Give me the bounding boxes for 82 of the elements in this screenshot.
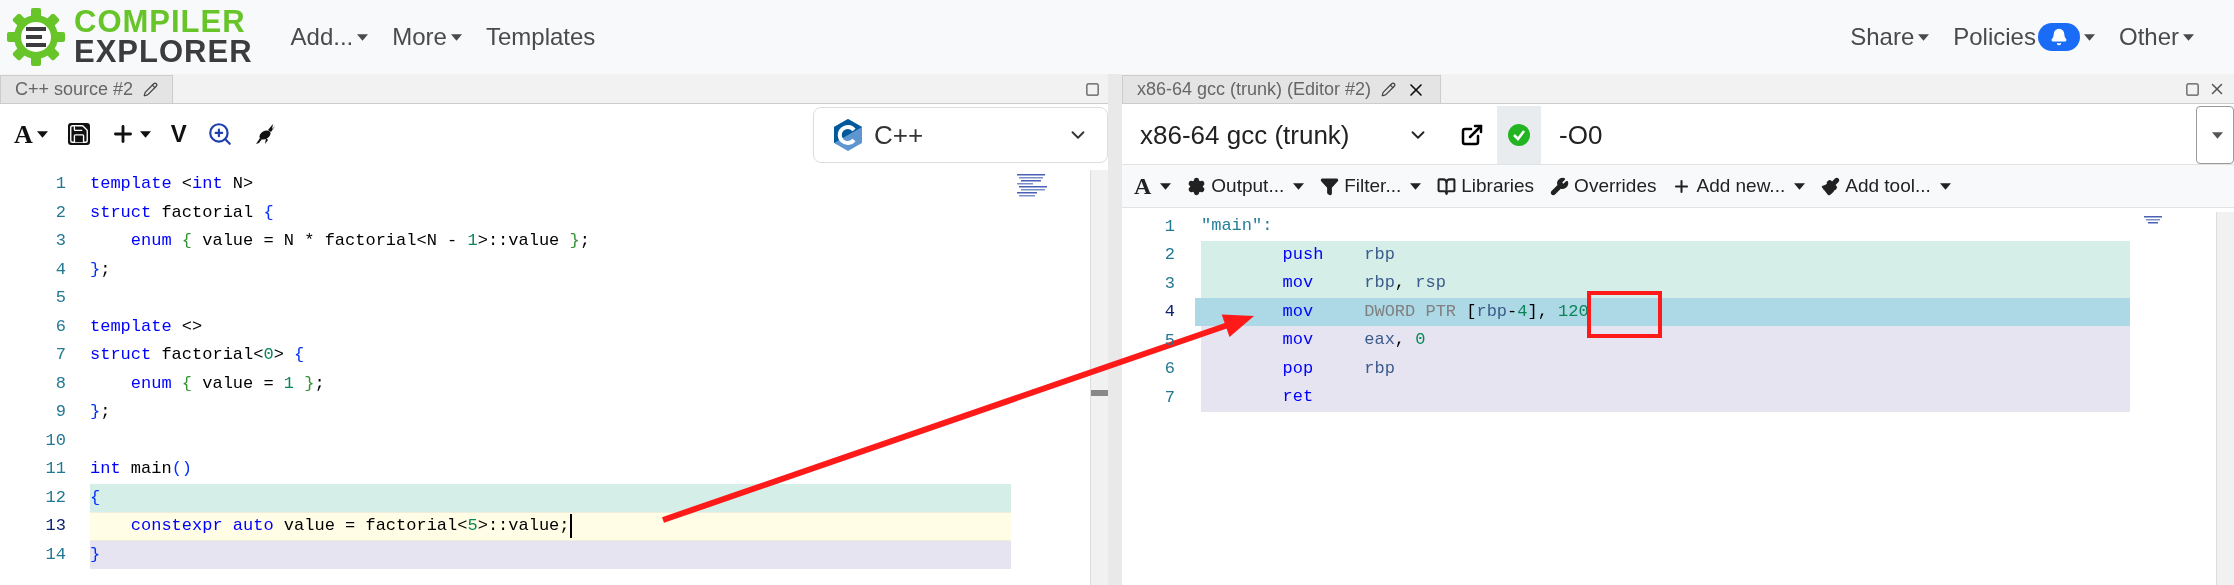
pencil-icon (143, 82, 159, 97)
code-line: struct factorial { (90, 201, 274, 224)
code-line: } (90, 543, 101, 566)
line-number: 14 (44, 543, 67, 566)
check-icon (1508, 124, 1530, 146)
font-button[interactable]: A (1126, 166, 1180, 206)
nav-menu[interactable]: Other (2118, 19, 2194, 55)
line-number: 12 (44, 486, 67, 509)
nav-menu[interactable]: Policies (1953, 19, 2095, 55)
line-number: 9 (54, 401, 67, 423)
line-number: 4 (1164, 301, 1175, 323)
code-line: { (90, 486, 101, 509)
overrides-button[interactable]: Overrides (1542, 166, 1665, 206)
logo-text: EXPLORER (74, 37, 253, 67)
line-number: 2 (1164, 244, 1175, 266)
assembly-line: "main": (1201, 215, 1273, 237)
line-number: 1 (1164, 215, 1175, 238)
save-icon (67, 123, 90, 145)
language-logo-icon (832, 118, 864, 152)
line-number: 7 (54, 344, 67, 366)
wrench-icon (1550, 176, 1570, 196)
add-button[interactable]: Add new... (1664, 166, 1814, 206)
line-number: 5 (54, 287, 67, 309)
font-tool-button[interactable]: A (4, 112, 58, 156)
pencil-icon (1381, 82, 1397, 97)
code-line: enum { value = 1 }; (129, 372, 325, 395)
assembly-line: ret (1281, 386, 1314, 408)
code-line: }; (90, 401, 111, 423)
code-line: struct factorial<0> { (90, 344, 305, 366)
scrollbar[interactable] (2216, 212, 2234, 585)
line-number: 3 (1164, 272, 1175, 295)
assembly-line: mov rbp, rsp (1281, 272, 1446, 294)
line-number: 11 (44, 458, 67, 480)
line-number: 7 (1164, 386, 1175, 409)
external-link-icon (1460, 123, 1484, 147)
filter-button[interactable]: Filter... (1312, 166, 1430, 206)
nav-menu[interactable]: Templates (485, 19, 596, 55)
language-select[interactable]: C++ (813, 107, 1108, 163)
code-line: int main() (90, 458, 193, 480)
bell-icon (2049, 28, 2068, 46)
nav-menu[interactable]: Add... (290, 19, 369, 55)
code-line: template <> (90, 315, 203, 338)
code-line: template <int N> (90, 173, 254, 195)
libraries-button[interactable]: Libraries (1429, 166, 1543, 206)
maximize-icon[interactable] (1085, 82, 1100, 97)
code-line: enum { value = N * factorial<N - 1>::value }; (129, 230, 590, 252)
line-number: 4 (54, 258, 67, 281)
brush-icon (1821, 176, 1841, 196)
code-line: constexpr auto value = factorial<5>::value; (129, 515, 570, 537)
filter-icon (1320, 176, 1340, 196)
gear-icon (1187, 176, 1207, 196)
line-number: 6 (1164, 358, 1175, 380)
logo-icon (6, 7, 66, 67)
line-number: 6 (54, 315, 67, 338)
minimap-drawing (1017, 174, 1049, 198)
assembly-line: mov DWORD PTR [rbp-4], 120 (1281, 300, 1589, 323)
scrollbar[interactable] (1090, 170, 1108, 585)
line-number: 10 (44, 429, 67, 452)
line-number: 1 (54, 173, 67, 195)
line-number: 8 (54, 372, 67, 395)
assembly-line: pop rbp (1281, 357, 1395, 380)
tool-button[interactable]: Add tool... (1813, 166, 1959, 206)
assembly-line: push rbp (1281, 243, 1395, 266)
options-field[interactable]: -O0 (1541, 106, 2196, 164)
output-button[interactable]: Output... (1179, 166, 1313, 206)
line-number: 13 (44, 515, 67, 537)
nav-menu[interactable]: More (392, 19, 462, 55)
compiler-select[interactable]: x86-64 gcc (trunk) (1122, 106, 1447, 164)
search-icon (206, 121, 233, 147)
editor-tab[interactable]: C++ source #2 (0, 75, 174, 103)
nav-menu[interactable]: Share (1850, 19, 1930, 55)
logo-text: COMPILER (74, 7, 247, 37)
maximize-icon[interactable] (2185, 81, 2200, 97)
editor-tab[interactable]: x86-64 gcc (trunk) (Editor #2) (1122, 75, 1442, 103)
text-cursor (569, 514, 572, 539)
line-number: 3 (54, 230, 67, 252)
caret-icon (2211, 131, 2223, 139)
vim-tool-button[interactable]: V (160, 112, 197, 156)
code-line: }; (90, 258, 111, 281)
line-number: 2 (54, 201, 67, 224)
assembly-line: mov eax, 0 (1281, 329, 1426, 351)
book-icon (1437, 176, 1457, 196)
